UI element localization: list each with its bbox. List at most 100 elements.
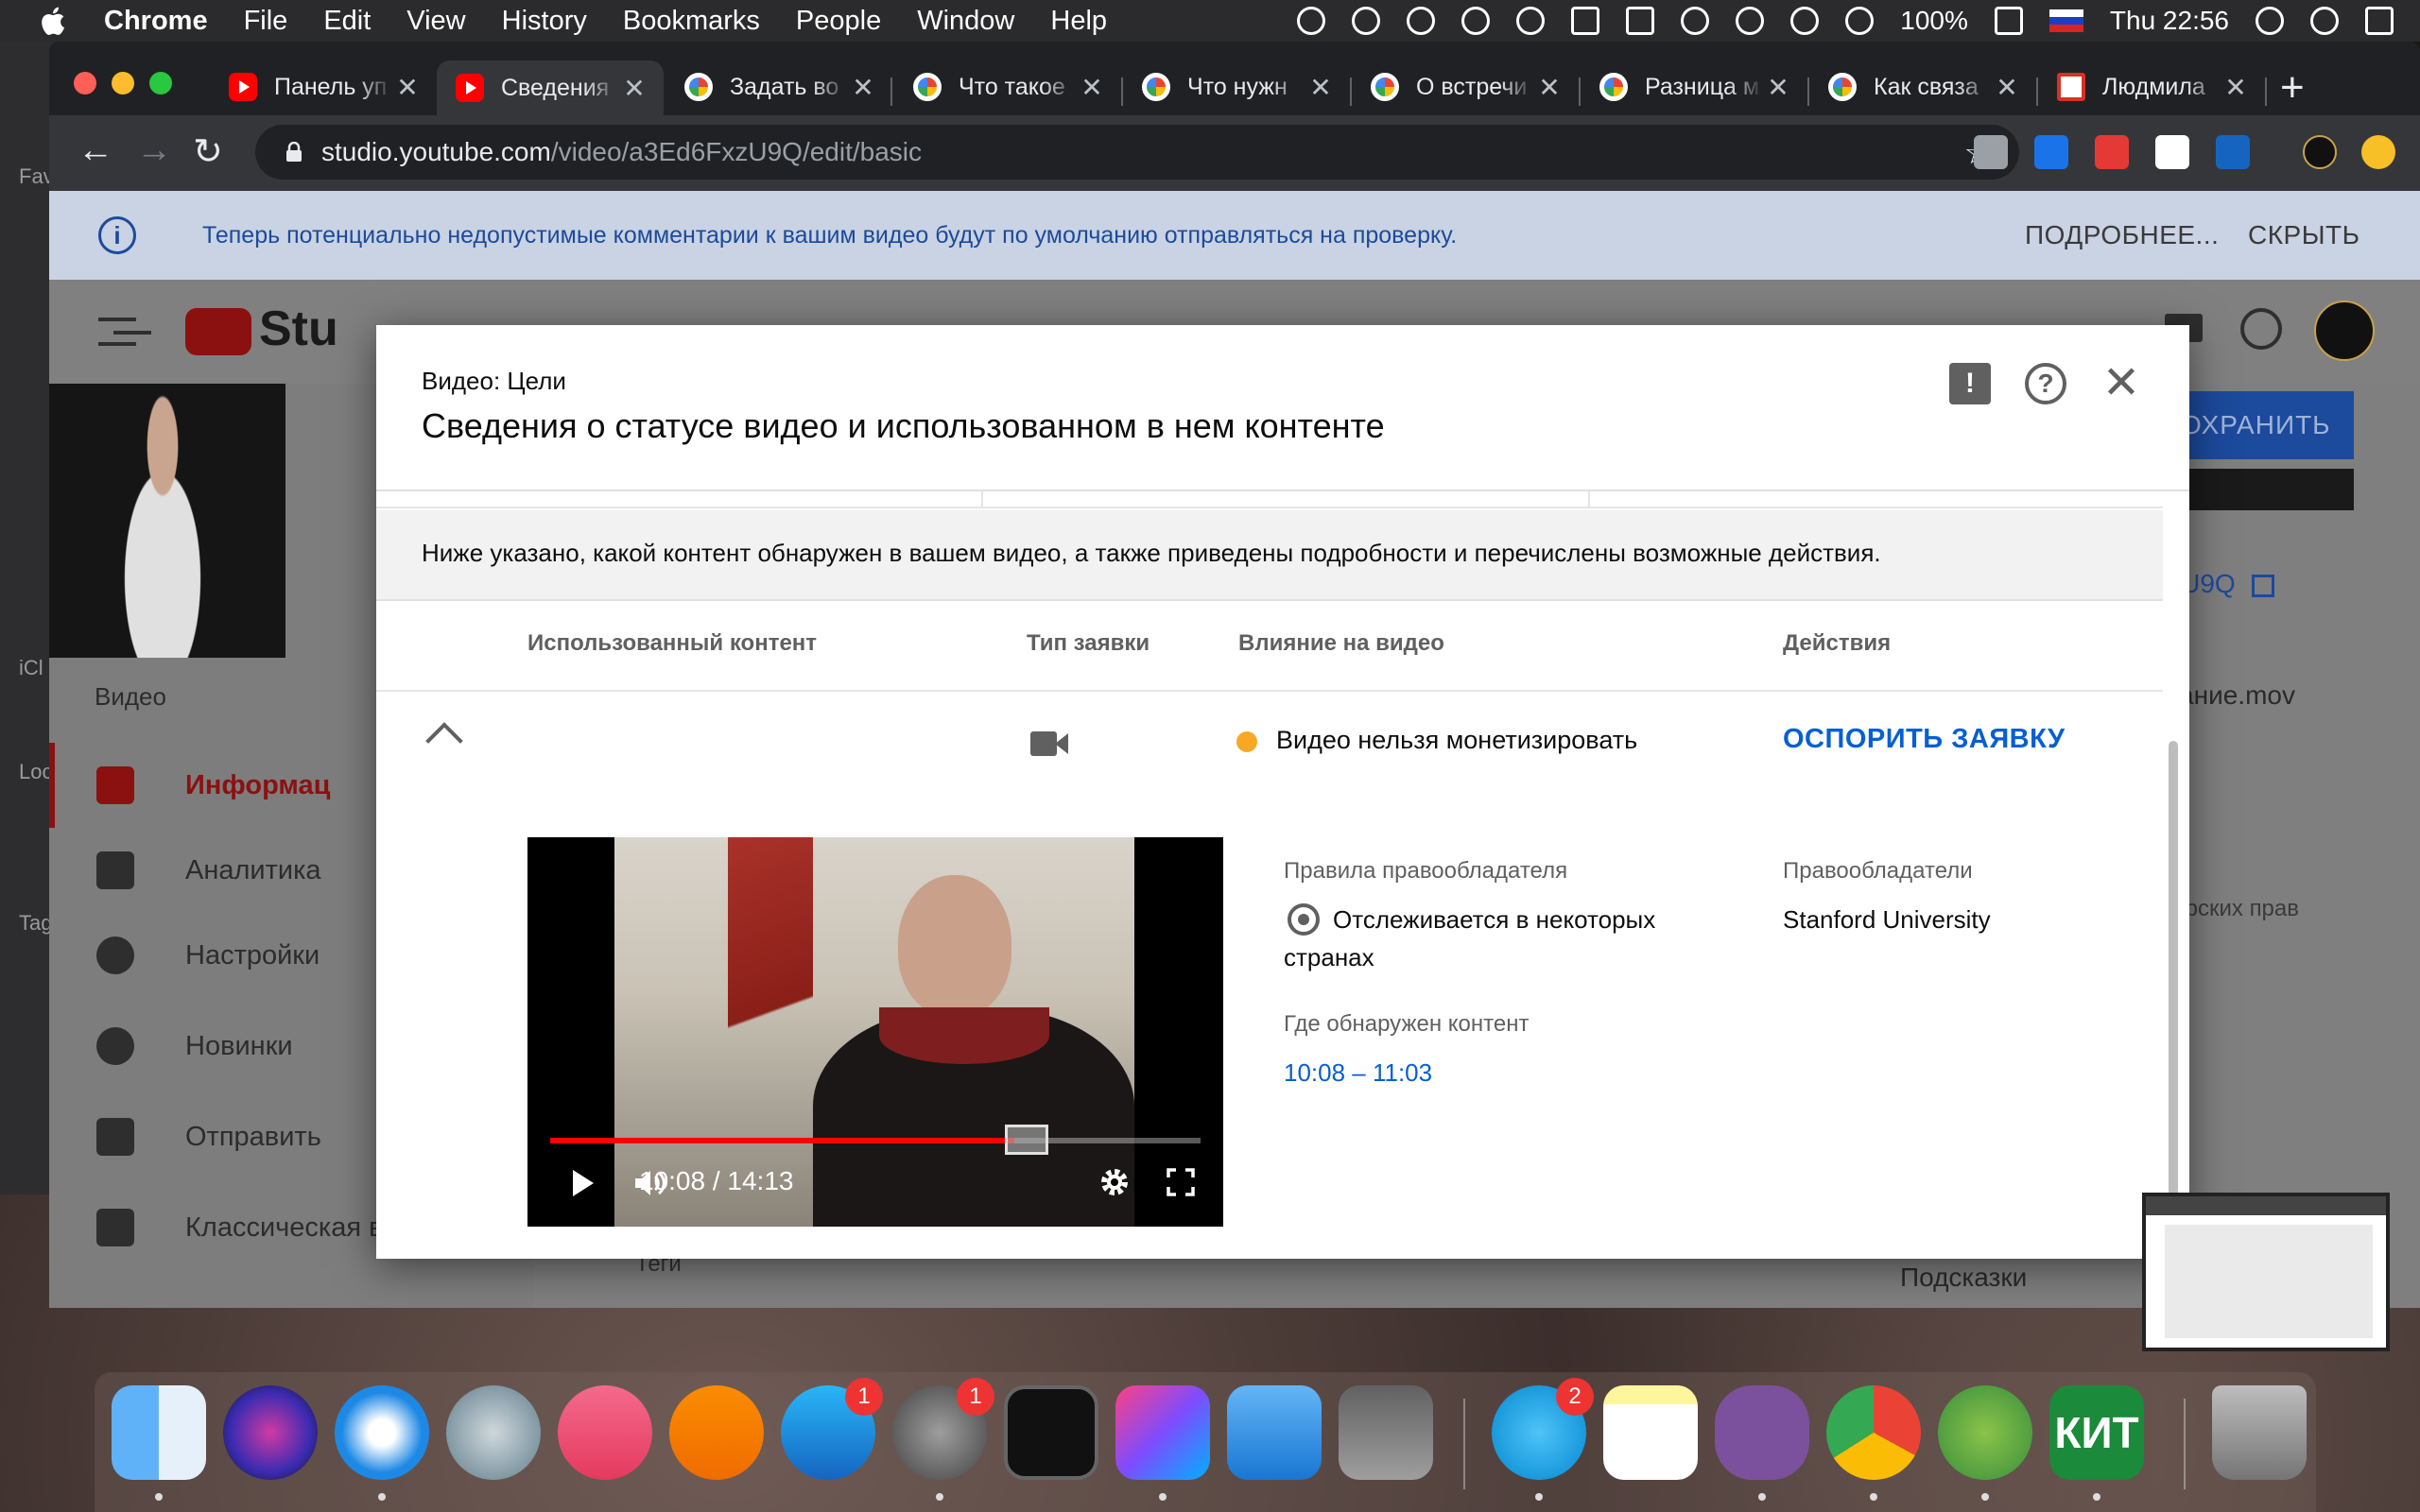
siri-icon[interactable] bbox=[223, 1385, 318, 1480]
menu-file[interactable]: File bbox=[244, 6, 288, 37]
progress-handle[interactable] bbox=[1004, 1125, 1048, 1155]
chrome-icon[interactable] bbox=[1826, 1385, 1921, 1480]
forward-arrow-icon[interactable]: → bbox=[136, 130, 172, 171]
tab-google-3[interactable]: Что нужн ✕ bbox=[1123, 60, 1350, 113]
menu-help[interactable]: Help bbox=[1050, 6, 1107, 37]
tab-google-6[interactable]: Как связа ✕ bbox=[1809, 60, 2036, 113]
notification-status-icon[interactable] bbox=[1461, 7, 1491, 35]
lock-icon[interactable] bbox=[285, 142, 302, 163]
banner-hide-button[interactable]: СКРЫТЬ bbox=[2248, 220, 2360, 250]
wifi-icon[interactable] bbox=[1790, 7, 1820, 35]
close-tab-icon[interactable]: ✕ bbox=[620, 73, 648, 104]
time-machine-icon[interactable] bbox=[1681, 7, 1710, 35]
youtube-logo-icon[interactable] bbox=[185, 308, 251, 355]
clock[interactable]: Thu 22:56 bbox=[2110, 6, 2229, 36]
wechat-icon[interactable] bbox=[1938, 1385, 2032, 1480]
dialog-scroll-area[interactable]: Ниже указано, какой контент обнаружен в … bbox=[376, 491, 2163, 1259]
airplay-icon[interactable] bbox=[1571, 7, 1600, 35]
wechat-status-icon[interactable] bbox=[1352, 7, 1381, 35]
volume-icon[interactable] bbox=[1845, 7, 1875, 35]
creative-cloud-icon[interactable] bbox=[1516, 7, 1546, 35]
skype-status-icon[interactable] bbox=[1297, 7, 1326, 35]
input-source-flag-icon[interactable] bbox=[2048, 9, 2083, 32]
minimize-window-button[interactable] bbox=[112, 72, 134, 94]
close-icon[interactable]: ✕ bbox=[2100, 361, 2142, 406]
viber-status-icon[interactable] bbox=[1407, 7, 1436, 35]
telegram-icon[interactable]: 2 bbox=[1492, 1378, 1594, 1480]
extension-blue-icon[interactable] bbox=[2034, 135, 2068, 169]
close-window-button[interactable] bbox=[74, 72, 96, 94]
system-preferences-icon[interactable]: 1 bbox=[892, 1378, 994, 1480]
settings-gear-icon[interactable] bbox=[1098, 1166, 1131, 1198]
play-icon[interactable] bbox=[573, 1170, 594, 1196]
address-bar[interactable]: studio.youtube.com/video/a3Ed6FxzU9Q/edi… bbox=[255, 125, 2019, 180]
feedback-icon[interactable]: ! bbox=[1949, 363, 1991, 404]
viber-icon[interactable] bbox=[1715, 1385, 1809, 1480]
close-tab-icon[interactable]: ✕ bbox=[2221, 72, 2250, 103]
close-tab-icon[interactable]: ✕ bbox=[1993, 72, 2021, 103]
fullscreen-icon[interactable] bbox=[1167, 1168, 1195, 1196]
xcode-icon[interactable] bbox=[1227, 1385, 1322, 1480]
menu-window[interactable]: Window bbox=[917, 6, 1014, 37]
kit-app-icon[interactable]: КИТ bbox=[2049, 1385, 2144, 1480]
spotlight-icon[interactable] bbox=[2256, 7, 2284, 35]
extension-id-icon[interactable] bbox=[2216, 135, 2250, 169]
phone-icon[interactable] bbox=[1626, 7, 1655, 35]
intellij-icon[interactable] bbox=[1115, 1385, 1210, 1480]
content-video-player[interactable]: 10:08 / 14:13 bbox=[527, 837, 1223, 1227]
tab-google-2[interactable]: Что такое ✕ bbox=[894, 60, 1121, 113]
books-icon[interactable] bbox=[669, 1385, 764, 1480]
notification-center-icon[interactable] bbox=[2365, 7, 2394, 35]
tab-gmail[interactable]: Людмила ✕ bbox=[2038, 60, 2265, 113]
close-tab-icon[interactable]: ✕ bbox=[393, 72, 422, 103]
new-tab-icon[interactable]: + bbox=[2280, 64, 2305, 112]
close-tab-icon[interactable]: ✕ bbox=[1764, 72, 1792, 103]
calculator-icon[interactable] bbox=[1339, 1385, 1433, 1480]
open-external-icon[interactable] bbox=[2252, 575, 2274, 597]
menu-edit[interactable]: Edit bbox=[323, 6, 371, 37]
launchpad-icon[interactable] bbox=[446, 1385, 541, 1480]
extension-amz-icon[interactable] bbox=[2155, 135, 2189, 169]
trash-icon[interactable] bbox=[2212, 1385, 2307, 1480]
zoom-window-button[interactable] bbox=[149, 72, 172, 94]
extension-red-icon[interactable] bbox=[2095, 135, 2129, 169]
tab-google-1[interactable]: Задать во ✕ bbox=[666, 60, 892, 113]
account-avatar[interactable] bbox=[2314, 301, 2375, 361]
menu-history[interactable]: History bbox=[502, 6, 587, 37]
close-tab-icon[interactable]: ✕ bbox=[1535, 72, 1564, 103]
safari-icon[interactable] bbox=[335, 1385, 429, 1480]
menu-bookmarks[interactable]: Bookmarks bbox=[623, 6, 760, 37]
studio-logo-text[interactable]: Stu bbox=[259, 301, 338, 357]
studio-help-icon[interactable] bbox=[2240, 308, 2282, 350]
back-arrow-icon[interactable]: ← bbox=[78, 130, 113, 171]
tab-youtube-details[interactable]: Сведения ✕ bbox=[437, 60, 664, 115]
video-thumbnail[interactable] bbox=[49, 384, 285, 658]
progress-bar[interactable] bbox=[550, 1125, 1201, 1155]
close-tab-icon[interactable]: ✕ bbox=[1306, 72, 1335, 103]
music-icon[interactable] bbox=[558, 1385, 652, 1480]
apple-menu-icon[interactable] bbox=[38, 5, 66, 37]
notes-icon[interactable] bbox=[1603, 1385, 1698, 1480]
close-tab-icon[interactable]: ✕ bbox=[1078, 72, 1106, 103]
bluetooth-icon[interactable] bbox=[1736, 7, 1765, 35]
tab-google-4[interactable]: О встречи ✕ bbox=[1352, 60, 1579, 113]
tab-youtube-panel[interactable]: Панель уп ✕ bbox=[210, 60, 437, 113]
chevron-up-icon[interactable] bbox=[425, 722, 463, 760]
reload-icon[interactable]: ↻ bbox=[193, 130, 223, 173]
banner-more-button[interactable]: ПОДРОБНЕЕ... bbox=[2025, 220, 2219, 250]
screenshot-preview-thumbnail[interactable] bbox=[2142, 1193, 2390, 1351]
help-icon[interactable]: ? bbox=[2025, 363, 2066, 404]
menu-chrome[interactable]: Chrome bbox=[104, 6, 208, 37]
close-tab-icon[interactable]: ✕ bbox=[849, 72, 877, 103]
menu-view[interactable]: View bbox=[406, 6, 465, 37]
app-store-icon[interactable]: 1 bbox=[781, 1378, 883, 1480]
found-timestamp-link[interactable]: 10:08 – 11:03 bbox=[1284, 1058, 1432, 1088]
terminal-icon[interactable] bbox=[1004, 1385, 1098, 1480]
profile-avatar-icon[interactable] bbox=[2303, 135, 2337, 169]
dialog-scrollbar[interactable] bbox=[2169, 741, 2178, 1251]
dispute-claim-button[interactable]: ОСПОРИТЬ ЗАЯВКУ bbox=[1783, 724, 2066, 755]
tab-google-5[interactable]: Разница м ✕ bbox=[1581, 60, 1807, 113]
siri-icon[interactable] bbox=[2310, 7, 2339, 35]
finder-icon[interactable] bbox=[112, 1385, 206, 1480]
menu-people[interactable]: People bbox=[796, 6, 881, 37]
